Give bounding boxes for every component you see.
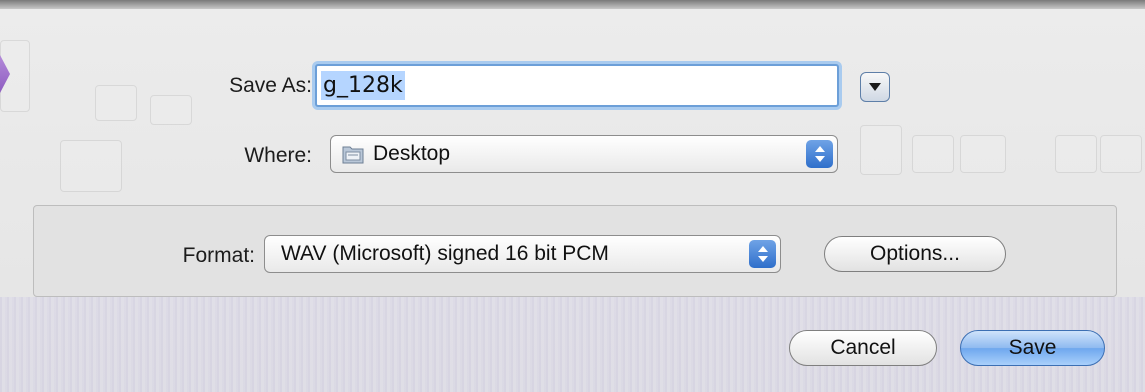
filename-value[interactable]: g_128k: [321, 71, 405, 100]
save-dialog: Save As: g_128k Where: Desktop Format: W…: [0, 0, 1145, 392]
where-popup-arrows: [806, 140, 833, 168]
format-popup[interactable]: WAV (Microsoft) signed 16 bit PCM: [264, 235, 781, 273]
background-playhead-marker: [0, 55, 10, 93]
where-label: Where:: [244, 144, 312, 167]
folder-icon: [342, 146, 364, 164]
window-top-edge: [0, 0, 1145, 9]
up-down-arrows-icon: [757, 246, 768, 262]
format-label: Format:: [182, 244, 255, 267]
options-button[interactable]: Options...: [824, 236, 1006, 272]
up-down-arrows-icon: [814, 146, 825, 162]
expand-browser-button[interactable]: [860, 72, 890, 102]
filename-field[interactable]: g_128k: [315, 64, 839, 107]
cancel-button[interactable]: Cancel: [789, 330, 937, 366]
save-button[interactable]: Save: [960, 330, 1105, 366]
format-selected-value: WAV (Microsoft) signed 16 bit PCM: [281, 242, 609, 265]
save-as-label: Save As:: [229, 74, 312, 97]
where-popup[interactable]: Desktop: [330, 135, 838, 173]
format-popup-arrows: [749, 240, 776, 268]
triangle-down-icon: [869, 83, 881, 91]
where-selected-value: Desktop: [373, 142, 451, 165]
